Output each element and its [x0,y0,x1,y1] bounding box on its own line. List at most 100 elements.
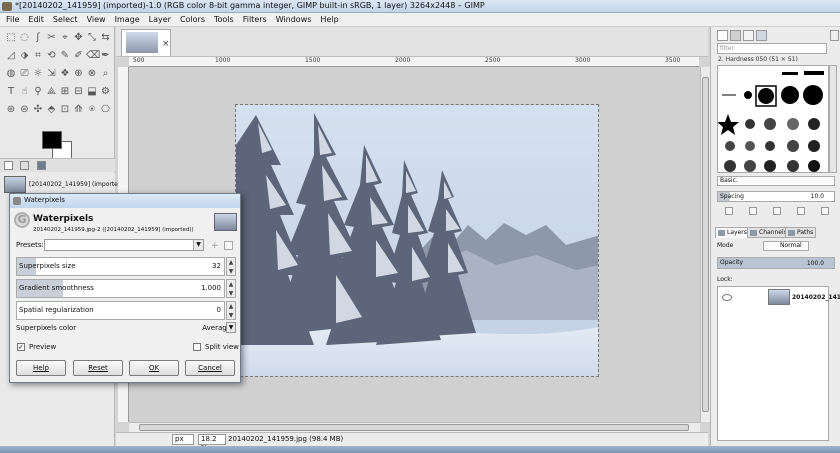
duplicate-brush-icon[interactable] [773,207,781,215]
color-picker-tool-icon[interactable]: ⚲ [32,86,44,98]
ellipse-select-tool-icon[interactable]: ◌ [19,32,31,44]
crop-tool-icon[interactable]: ⌗ [32,50,44,62]
bucket-tool-icon[interactable]: ⬓ [86,86,98,98]
add-preset-icon[interactable]: + [211,241,219,251]
cage-tool-icon[interactable]: ⬗ [19,50,31,62]
spatial-regularization-stepper[interactable]: ▲ ▼ [226,301,236,320]
free-select-tool-icon[interactable]: ʃ [32,32,44,44]
images-tab-icon[interactable] [37,161,46,170]
brush-filter-input[interactable]: filter [717,43,827,54]
flip-tool-icon[interactable]: ⇆ [100,32,112,44]
tab-layers[interactable]: Layers [715,227,750,238]
color-select-tool-icon[interactable]: ⊡ [59,104,71,116]
menu-filters[interactable]: Filters [243,15,267,24]
brush-scrollbar[interactable] [829,65,837,173]
spacing-slider[interactable]: Spacing 10.0 [717,191,835,202]
measure-tool-icon[interactable]: ☝ [19,86,31,98]
brush-grid[interactable] [717,65,829,173]
edit-brush-icon[interactable] [725,207,733,215]
vertical-scroll-thumb[interactable] [702,77,709,412]
menu-colors[interactable]: Colors [180,15,205,24]
mypaint-tool-icon[interactable]: ⚙ [100,86,112,98]
text-tool-icon[interactable]: T [5,86,17,98]
seamless-clone-tool-icon[interactable]: ⎔ [100,104,112,116]
close-icon[interactable]: × [162,39,170,49]
brushes-tab-icon[interactable] [717,30,728,41]
menu-select[interactable]: Select [53,15,78,24]
menu-layer[interactable]: Layer [149,15,171,24]
opacity-slider[interactable]: Opacity 100.0 [717,257,835,269]
convolve-tool-icon[interactable]: ⍟ [86,104,98,116]
superpixels-size-spinner[interactable]: Superpixels size 32 [16,257,225,276]
warp-tool-icon[interactable]: ⇲ [46,68,58,80]
vertical-scrollbar[interactable] [700,67,710,422]
image-canvas-photo[interactable] [235,104,599,377]
brush-set-select[interactable]: Basic. [717,176,835,186]
menu-image[interactable]: Image [115,15,140,24]
blur-tool-icon[interactable]: ⊗ [86,68,98,80]
spatial-regularization-spinner[interactable]: Spatial regularization 0 [16,301,225,320]
image-tab[interactable]: × [121,29,171,56]
gradient-smoothness-spinner[interactable]: Gradient smoothness 1.000 [16,279,225,298]
dodge-tool-icon[interactable]: ☼ [32,68,44,80]
preview-checkbox[interactable]: ✓ [17,343,25,351]
rect-select-tool-icon[interactable]: ⬚ [5,32,17,44]
layer-mode-select[interactable]: Normal [763,241,809,251]
superpixels-size-stepper[interactable]: ▲ ▼ [226,257,236,276]
cancel-button[interactable]: Cancel [185,360,235,376]
new-brush-icon[interactable] [749,207,757,215]
manage-presets-icon[interactable] [224,241,233,250]
move-tool-icon[interactable]: ✥ [73,32,85,44]
fuzzy-select-tool-icon[interactable]: ⌖ [59,32,71,44]
tab-paths[interactable]: Paths [785,227,817,238]
smudge-tool-icon[interactable]: ⊕ [73,68,85,80]
chevron-down-icon[interactable]: ▼ [226,322,236,333]
paths-tool-icon[interactable]: ⟁ [46,86,58,98]
layer-row[interactable]: 20140202_1419 [718,287,840,309]
gradient-tool-icon[interactable]: ⬘ [46,104,58,116]
airbrush-tool-icon[interactable]: ◍ [5,68,17,80]
dialog-title-bar[interactable]: Waterpixels [10,194,240,208]
clone-tool-icon[interactable]: ⎚ [19,68,31,80]
ink-tool-icon[interactable]: ✒ [100,50,112,62]
eraser-tool-icon[interactable]: ⌫ [86,50,100,62]
shear-tool-icon[interactable]: ⊟ [73,86,85,98]
fonts-tab-icon[interactable] [743,30,754,41]
unit-select[interactable]: px [172,434,194,445]
menu-tools[interactable]: Tools [214,15,234,24]
rotate-tool-icon[interactable]: ⟲ [46,50,58,62]
presets-combo[interactable]: ▼ [44,239,204,251]
refresh-brushes-icon[interactable] [821,207,829,215]
scale-tool-icon[interactable]: ⤡ [86,32,98,44]
split-view-checkbox[interactable] [193,343,201,351]
menu-view[interactable]: View [87,15,106,24]
menu-windows[interactable]: Windows [276,15,312,24]
patterns-tab-icon[interactable] [730,30,741,41]
scissors-select-tool-icon[interactable]: ✂ [46,32,58,44]
foreground-select-tool-icon[interactable]: ⊛ [5,104,17,116]
horizontal-ruler[interactable]: 500 1000 1500 2000 2500 3000 3500 [129,57,699,67]
3d-transform-tool-icon[interactable]: ⟰ [73,104,85,116]
menu-help[interactable]: Help [320,15,338,24]
reset-button[interactable]: Reset [73,360,123,376]
zoom-tool-icon[interactable]: ⌕ [100,68,112,80]
zoom-select[interactable]: 18.2 % [198,434,226,452]
tool-options-tab-icon[interactable] [4,161,13,170]
tab-channels[interactable]: Channels [747,227,790,238]
configure-tab-icon[interactable] [830,30,839,41]
align-tool-icon[interactable]: ⊞ [59,86,71,98]
document-history-tab-icon[interactable] [756,30,767,41]
foreground-color-swatch[interactable] [42,131,62,149]
device-status-tab-icon[interactable] [20,161,29,170]
handle-transform-tool-icon[interactable]: ⊜ [19,104,31,116]
menu-file[interactable]: File [6,15,19,24]
gradient-smoothness-stepper[interactable]: ▲ ▼ [226,279,236,298]
horizontal-scroll-thumb[interactable] [139,424,689,431]
eye-icon[interactable] [722,294,732,301]
pencil-tool-icon[interactable]: ✎ [59,50,71,62]
perspective-tool-icon[interactable]: ◿ [5,50,17,62]
horizontal-scrollbar[interactable] [129,422,700,432]
ok-button[interactable]: OK [129,360,179,376]
heal-tool-icon[interactable]: ❖ [59,68,71,80]
help-button[interactable]: Help [16,360,66,376]
